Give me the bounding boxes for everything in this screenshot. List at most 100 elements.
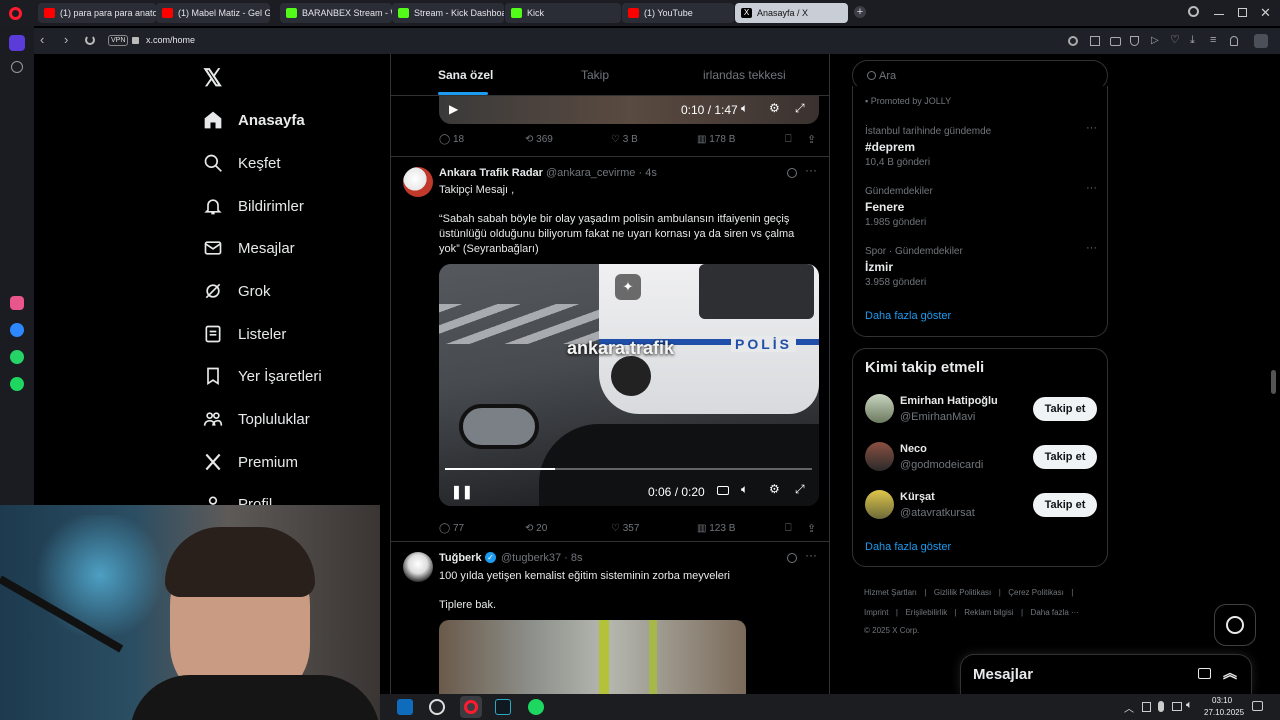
edit-icon[interactable] [1090,36,1100,46]
chevron-up-icon[interactable]: ︽ [1223,663,1237,683]
nav-lists[interactable]: Listeler [203,318,286,350]
home-shortcut-icon[interactable] [9,35,25,51]
fullscreen-icon[interactable]: ⤢ [795,482,805,497]
like-button[interactable]: ♡ 357 [611,523,639,534]
trend-item[interactable]: Gündemdekiler Fenere 1.985 gönderi ··· [865,182,1097,232]
camera-icon[interactable] [1110,37,1121,46]
spotify-taskbar-icon[interactable] [528,699,544,715]
reply-button[interactable]: ◯ 18 [439,134,464,145]
volume-icon[interactable]: 🔈︎ [741,101,748,116]
nav-home[interactable]: Anasayfa [203,104,305,136]
suggestion-name[interactable]: Neco [900,443,927,455]
bookmark-icon[interactable]: ⎕ [785,133,792,146]
repost-button[interactable]: ⟲ 369 [525,134,553,145]
whatsapp-icon[interactable] [10,350,24,364]
tweet-author-handle[interactable]: @tugberk37 · 8s [501,552,583,564]
tray-icon[interactable] [1142,702,1151,712]
nav-explore[interactable]: Keşfet [203,147,281,179]
x-logo-icon[interactable]: 𝕏 [203,64,222,93]
tab-7[interactable]: X Anasayfa / X [735,3,848,23]
share-icon[interactable]: ⇪ [807,522,816,535]
footer-link-imprint[interactable]: Imprint [864,608,888,617]
minimize-button[interactable] [1214,14,1224,15]
reply-button[interactable]: ◯ 77 [439,523,464,534]
repost-button[interactable]: ⟲ 20 [525,523,547,534]
search-tabs-icon[interactable] [1188,6,1199,17]
footer-link-cookies[interactable]: Çerez Politikası [1008,588,1064,597]
download-icon[interactable]: ⤓ [1190,35,1195,46]
speaker-icon[interactable]: 🔈︎ [1186,699,1193,712]
compose-message-icon[interactable] [1198,668,1211,679]
prev-video-player[interactable]: ▶ 0:10 / 1:47 🔈︎ ⚙︎ ⤢ [439,96,819,124]
zoom-icon[interactable] [1068,36,1078,46]
settings-icon[interactable]: ⚙︎ [769,482,780,496]
tweet-tugberk[interactable]: Tuğberk ✓ @tugberk37 · 8s ··· 100 yılda … [391,542,829,694]
clock-date[interactable]: 27.10.2025 [1204,708,1244,717]
avatar[interactable] [865,442,894,471]
messages-drawer[interactable]: Mesajlar ︽ [960,654,1252,694]
close-window-button[interactable]: ✕ [1260,5,1271,21]
tweet-video[interactable]: POLİS ankara.trafik ✦ ❚❚ 0:06 / 0:20 🔈︎ … [439,264,819,506]
opera-taskbar-icon[interactable] [460,696,482,718]
follow-button[interactable]: Takip et [1033,397,1097,421]
mic-icon[interactable] [1158,701,1164,712]
footer-link-more[interactable]: Daha fazla ··· [1031,608,1079,617]
scrollbar-thumb[interactable] [1271,370,1276,394]
vpn-badge[interactable]: VPN [108,35,129,46]
settings-icon[interactable]: ⚙︎ [769,101,780,115]
trend-item[interactable]: Spor · Gündemdekiler İzmir 3.958 gönderi… [865,242,1097,292]
tab-for-you[interactable]: Sana özel [438,68,493,82]
follow-suggestion[interactable]: Kürşat @atavratkursat Takip et [853,489,1109,529]
more-icon[interactable]: ··· [805,548,817,562]
show-more-link[interactable]: Daha fazla göster [865,310,951,322]
footer-link-ads[interactable]: Reklam bilgisi [964,608,1013,617]
more-icon[interactable]: ··· [805,163,817,177]
outlook-icon[interactable] [397,699,413,715]
footer-link-terms[interactable]: Hizmet Şartları [864,588,917,597]
follow-suggestion[interactable]: Neco @godmodeicardi Takip et [853,441,1109,481]
heart-icon[interactable]: ♡ [1170,35,1180,46]
avatar[interactable] [865,490,894,519]
follow-button[interactable]: Takip et [1033,493,1097,517]
avatar[interactable] [403,552,433,582]
sparkle-icon[interactable]: ✦ [615,274,641,300]
more-icon[interactable]: ··· [1086,242,1097,254]
more-icon[interactable]: ··· [1086,122,1097,134]
tweet-author-name[interactable]: Ankara Trafik Radar [439,167,543,179]
grok-fab[interactable] [1214,604,1256,646]
tweet-ankara-trafik[interactable]: Ankara Trafik Radar @ankara_cevirme · 4s… [391,157,829,539]
star-shortcut-icon[interactable] [11,61,23,73]
tab-following[interactable]: Takip [581,68,609,82]
opera-logo-icon[interactable] [9,7,22,20]
footer-link-accessibility[interactable]: Erişilebilirlik [905,608,947,617]
tab-4[interactable]: Stream - Kick Dashboard [392,3,504,23]
shield-icon[interactable] [1130,36,1139,46]
page-scrollbar[interactable] [1271,60,1276,690]
tweet-author-name[interactable]: Tuğberk [439,552,482,564]
aria-icon[interactable] [10,296,24,310]
suggestion-name[interactable]: Emirhan Hatipoğlu [900,395,998,407]
avatar[interactable] [403,167,433,197]
extension-icon[interactable] [1254,34,1268,48]
nav-premium[interactable]: Premium [203,446,298,478]
captions-icon[interactable] [717,486,729,495]
spotify-icon[interactable] [10,377,24,391]
play-icon[interactable]: ▷ [1151,36,1159,46]
notification-icon[interactable] [1252,701,1263,711]
views-button[interactable]: ▥ 178 B [697,134,735,145]
nav-bookmarks[interactable]: Yer İşaretleri [203,360,322,392]
back-button[interactable]: ‹ [40,32,44,47]
nav-messages[interactable]: Mesajlar [203,232,295,264]
tab-1[interactable]: (1) para para para anatoli [38,3,156,23]
avatar[interactable] [865,394,894,423]
like-button[interactable]: ♡ 3 B [611,134,638,145]
tab-6[interactable]: (1) YouTube [622,3,734,23]
volume-icon[interactable]: 🔈︎ [741,482,748,497]
tab-2[interactable]: (1) Mabel Matiz - Gel Gör [156,3,270,23]
messenger-icon[interactable] [10,323,24,337]
show-more-link[interactable]: Daha fazla göster [865,541,951,553]
grok-icon[interactable] [787,168,797,178]
share-icon[interactable]: ⇪ [807,133,816,146]
follow-suggestion[interactable]: Emirhan Hatipoğlu @EmirhanMavi Takip et [853,393,1109,433]
app-icon[interactable] [429,699,445,715]
